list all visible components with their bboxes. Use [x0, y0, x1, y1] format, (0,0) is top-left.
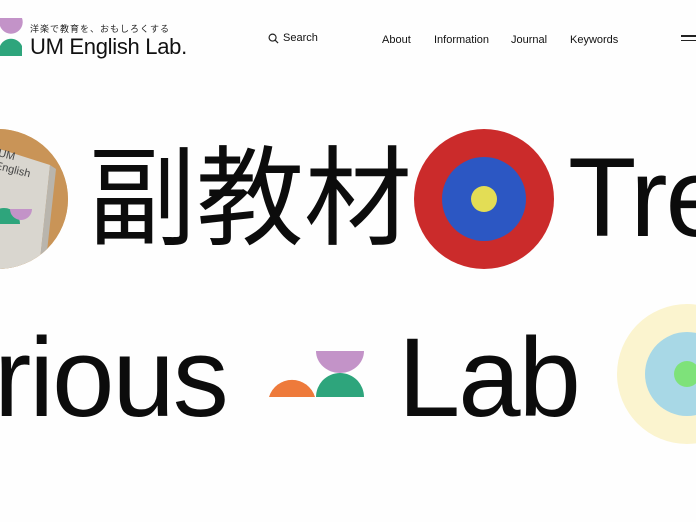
site-logo[interactable]: 洋楽で教育を、おもしろくする UM English Lab. [0, 18, 220, 62]
keyword-fukukyozai: 副教材 [88, 137, 413, 262]
search-label: Search [283, 32, 318, 44]
nav-keywords[interactable]: Keywords [570, 34, 618, 46]
nav-journal[interactable]: Journal [511, 34, 547, 46]
search-icon [268, 33, 279, 44]
keyword-rious: rious [0, 315, 229, 440]
keyword-tre: Tre [568, 135, 696, 260]
search-button[interactable]: Search [268, 32, 318, 44]
concentric-circle-icon [617, 304, 696, 444]
target-circle-icon [414, 129, 554, 269]
nav-about[interactable]: About [382, 34, 411, 46]
marquee-row-1: UM English 副教材 Tre [0, 120, 696, 280]
um-logo-mark-icon [0, 18, 23, 56]
nav-information[interactable]: Information [434, 34, 489, 46]
keyword-lab: Lab [398, 315, 581, 440]
marquee-row-2: rious Lab [0, 300, 696, 460]
site-header: 洋楽で教育を、おもしろくする UM English Lab. Search Ab… [0, 0, 696, 80]
hamburger-menu-icon[interactable] [681, 35, 696, 43]
shapes-mark-icon [269, 351, 364, 397]
logo-name: UM English Lab. [30, 34, 187, 59]
